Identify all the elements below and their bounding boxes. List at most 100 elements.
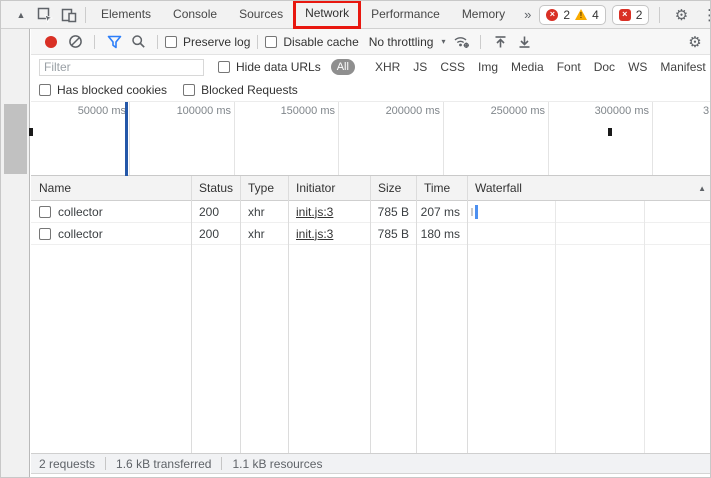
table-row[interactable]: collector 200 xhr init.js:3 785 B 180 ms [31, 223, 710, 245]
request-time: 180 ms [420, 226, 460, 241]
warning-icon: ! [575, 9, 588, 20]
divider [94, 34, 95, 49]
timeline-gridline [443, 102, 444, 175]
initiator-link[interactable]: init.js:3 [296, 205, 333, 219]
column-header-waterfall[interactable]: Waterfall ▲ [467, 176, 710, 200]
warning-mark: ! [579, 11, 583, 20]
column-divider[interactable] [288, 176, 289, 453]
row-checkbox[interactable] [39, 205, 51, 218]
record-icon[interactable] [45, 35, 57, 48]
column-header-initiator[interactable]: Initiator [288, 176, 370, 200]
import-har-icon[interactable] [490, 32, 510, 52]
column-header-time[interactable]: Time [416, 176, 467, 200]
inspect-element-icon[interactable] [33, 3, 57, 27]
filter-type-manifest[interactable]: Manifest [660, 60, 705, 74]
error-count: 2 [563, 7, 571, 22]
blocked-requests-checkbox[interactable]: Blocked Requests [183, 83, 298, 97]
filter-type-doc[interactable]: Doc [594, 60, 615, 74]
page-scrollbar-thumb[interactable] [4, 104, 27, 174]
initiator-link[interactable]: init.js:3 [296, 227, 333, 241]
console-counts-badge[interactable]: × 2 ! 4 [539, 4, 606, 25]
timeline-gridline [234, 102, 235, 175]
row-checkbox[interactable] [39, 227, 51, 240]
column-divider[interactable] [370, 176, 371, 453]
tab-sources[interactable]: Sources [228, 1, 294, 28]
waterfall-bar [475, 205, 478, 219]
issues-badge[interactable]: × 2 [611, 4, 650, 25]
table-row[interactable]: collector 200 xhr init.js:3 785 B 207 ms [31, 201, 710, 223]
filter-type-media[interactable]: Media [511, 60, 544, 74]
more-tabs-icon[interactable]: » [516, 7, 539, 22]
settings-gear-icon[interactable]: ⚙ [670, 6, 692, 24]
column-header-name[interactable]: Name [31, 176, 191, 200]
waterfall-label: Waterfall [475, 181, 522, 195]
filter-type-list: XHR JS CSS Img Media Font Doc WS Manifes… [375, 60, 710, 74]
disable-cache-checkbox[interactable]: Disable cache [265, 35, 359, 49]
timeline-gridline [129, 102, 130, 175]
column-divider[interactable] [416, 176, 417, 453]
request-name: collector [58, 226, 103, 241]
request-name: collector [58, 204, 103, 219]
request-size: 785 B [377, 204, 409, 219]
network-toolbar: Preserve log Disable cache No throttling… [31, 29, 710, 55]
search-icon[interactable] [128, 32, 148, 52]
timeline-tick: 200000 ms [385, 105, 440, 117]
dock-collapse-icon[interactable]: ▲ [9, 3, 33, 27]
hide-data-urls-label: Hide data URLs [236, 60, 321, 74]
filter-type-all[interactable]: All [330, 59, 355, 75]
filter-type-css[interactable]: CSS [440, 60, 465, 74]
throttling-select[interactable]: No throttling ▾ [369, 35, 446, 49]
checkbox-icon [183, 84, 196, 96]
overview-activity-mark [608, 128, 612, 136]
requests-table: Name Status Type Initiator Size Time Wat… [31, 176, 710, 453]
column-header-status[interactable]: Status [191, 176, 240, 200]
overview-activity-mark [29, 128, 33, 136]
has-blocked-cookies-label: Has blocked cookies [57, 83, 168, 97]
column-divider[interactable] [191, 176, 192, 453]
device-toolbar-icon[interactable] [57, 3, 81, 27]
network-settings-gear-icon[interactable]: ⚙ [684, 33, 706, 51]
overflow-menu-icon[interactable]: ⋮ [698, 6, 710, 24]
column-divider[interactable] [240, 176, 241, 453]
column-divider[interactable] [467, 176, 468, 453]
blocked-requests-label: Blocked Requests [201, 83, 298, 97]
preserve-log-checkbox[interactable]: Preserve log [165, 35, 250, 49]
divider [480, 34, 482, 49]
page-scrollbar-track[interactable] [1, 29, 30, 477]
timeline-gridline [652, 102, 653, 175]
has-blocked-cookies-checkbox[interactable]: Has blocked cookies [39, 83, 167, 97]
request-status: 200 [199, 204, 220, 219]
network-overview-timeline[interactable]: 50000 ms 100000 ms 150000 ms 200000 ms 2… [29, 101, 710, 177]
tab-elements[interactable]: Elements [90, 1, 162, 28]
request-time: 207 ms [420, 204, 460, 219]
filter-type-font[interactable]: Font [557, 60, 581, 74]
timeline-cursor[interactable] [125, 102, 128, 177]
clear-icon[interactable] [65, 32, 85, 52]
warning-count: 4 [592, 7, 599, 22]
filter-input[interactable] [39, 58, 204, 76]
tab-memory[interactable]: Memory [451, 1, 516, 28]
tab-performance[interactable]: Performance [360, 1, 451, 28]
devtools-tabbar: ▲ Elements Console Sources Network Perfo… [1, 1, 710, 29]
divider [157, 34, 158, 49]
filter-type-ws[interactable]: WS [628, 60, 647, 74]
filter-type-xhr[interactable]: XHR [375, 60, 400, 74]
waterfall-gridline [555, 201, 556, 453]
filter-funnel-icon[interactable] [104, 32, 124, 52]
status-badges: × 2 ! 4 × 2 ⚙ ⋮ × [539, 4, 710, 25]
throttling-value: No throttling [368, 34, 434, 49]
filter-type-img[interactable]: Img [478, 60, 498, 74]
timeline-tick: 3 [703, 105, 710, 117]
network-conditions-icon[interactable] [451, 32, 471, 52]
timeline-tick: 150000 ms [280, 105, 335, 117]
tab-network[interactable]: Network [293, 1, 362, 29]
sort-ascending-icon: ▲ [698, 183, 706, 193]
checkbox-icon [265, 35, 278, 48]
export-har-icon[interactable] [514, 32, 534, 52]
column-header-type[interactable]: Type [240, 176, 288, 200]
hide-data-urls-checkbox[interactable]: Hide data URLs [218, 60, 321, 74]
filter-type-js[interactable]: JS [413, 60, 427, 74]
tab-console[interactable]: Console [162, 1, 228, 28]
column-header-size[interactable]: Size [370, 176, 416, 200]
network-filter-bar: Hide data URLs All XHR JS CSS Img Media … [31, 55, 710, 79]
